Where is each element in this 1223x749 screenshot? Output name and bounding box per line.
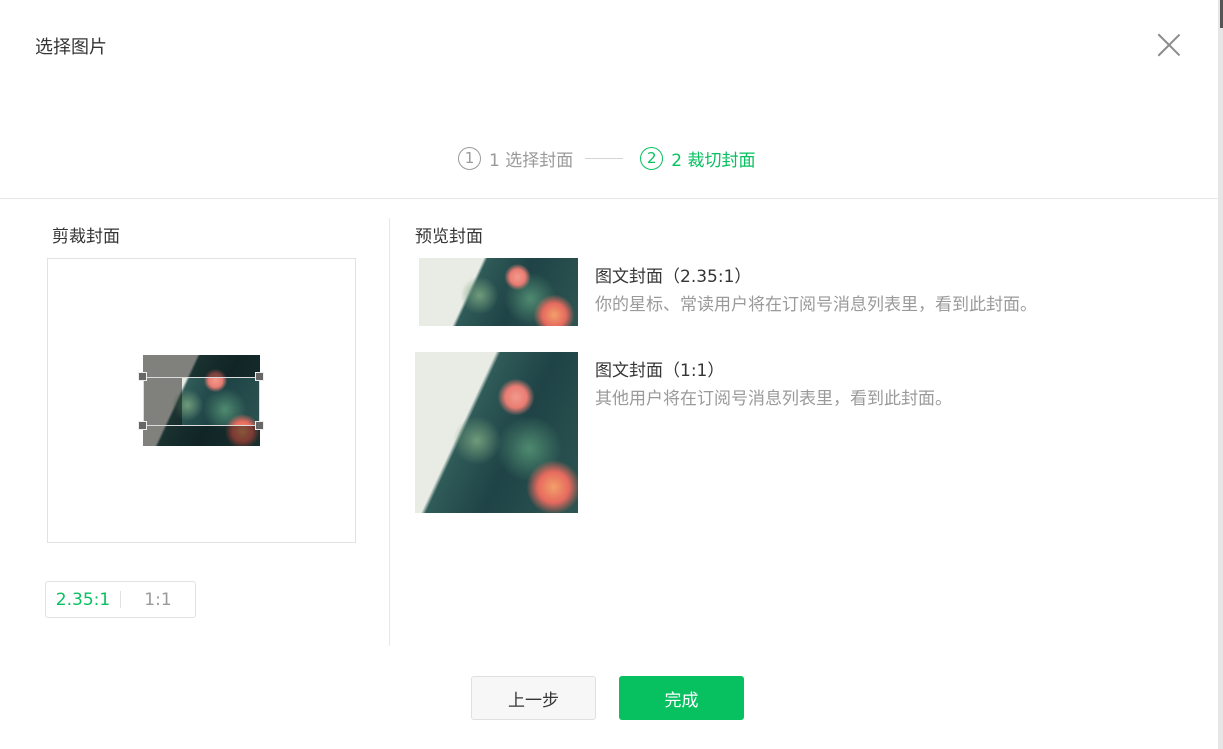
close-icon[interactable]: [1156, 32, 1182, 58]
step-label: 2 裁切封面: [671, 150, 756, 171]
header-divider: [0, 198, 1218, 199]
crop-handle-top-right[interactable]: [255, 372, 264, 381]
done-button[interactable]: 完成: [619, 676, 744, 720]
preview-image-square: [415, 352, 578, 513]
step-connector: [585, 157, 624, 159]
step-indicator: 1 1 选择封面 2 2 裁切封面: [458, 146, 755, 171]
ratio-switch: 2.35:1 1:1: [45, 581, 196, 618]
preview-image-wide: [419, 258, 578, 326]
crop-handle-bottom-right[interactable]: [255, 421, 264, 430]
ratio-button-2-35-1[interactable]: 2.35:1: [46, 590, 120, 610]
scrollbar-edge: [1218, 0, 1223, 749]
crop-handle-bottom-left[interactable]: [138, 421, 147, 430]
preview-wide-label: 图文封面（2.35:1）: [595, 267, 752, 287]
step-number-icon: 1: [458, 146, 481, 170]
step-select-cover: 1 1 选择封面: [458, 146, 573, 171]
preview-square-label: 图文封面（1:1）: [595, 361, 725, 381]
crop-source-image: [138, 355, 264, 446]
crop-handle-top-left[interactable]: [138, 372, 147, 381]
prev-step-button[interactable]: 上一步: [471, 676, 596, 720]
panel-divider: [389, 218, 390, 646]
crop-area: [47, 258, 356, 543]
preview-wide-desc: 你的星标、常读用户将在订阅号消息列表里，看到此封面。: [595, 295, 1037, 315]
step-label: 1 选择封面: [489, 150, 574, 171]
crop-selection-frame[interactable]: [143, 377, 260, 426]
crop-mask-bottom: [182, 426, 260, 446]
preview-panel-title: 预览封面: [415, 227, 483, 247]
preview-square-desc: 其他用户将在订阅号消息列表里，看到此封面。: [595, 389, 952, 409]
crop-panel-title: 剪裁封面: [52, 227, 120, 247]
ratio-button-1-1[interactable]: 1:1: [121, 590, 195, 610]
dialog-title: 选择图片: [35, 37, 107, 58]
crop-mask-top: [182, 355, 260, 377]
select-image-dialog: 选择图片 1 1 选择封面 2 2 裁切封面 剪裁封面 2.35:1 1:1 预…: [0, 0, 1223, 749]
step-number-icon: 2: [640, 146, 664, 170]
step-crop-cover: 2 2 裁切封面: [640, 146, 755, 171]
